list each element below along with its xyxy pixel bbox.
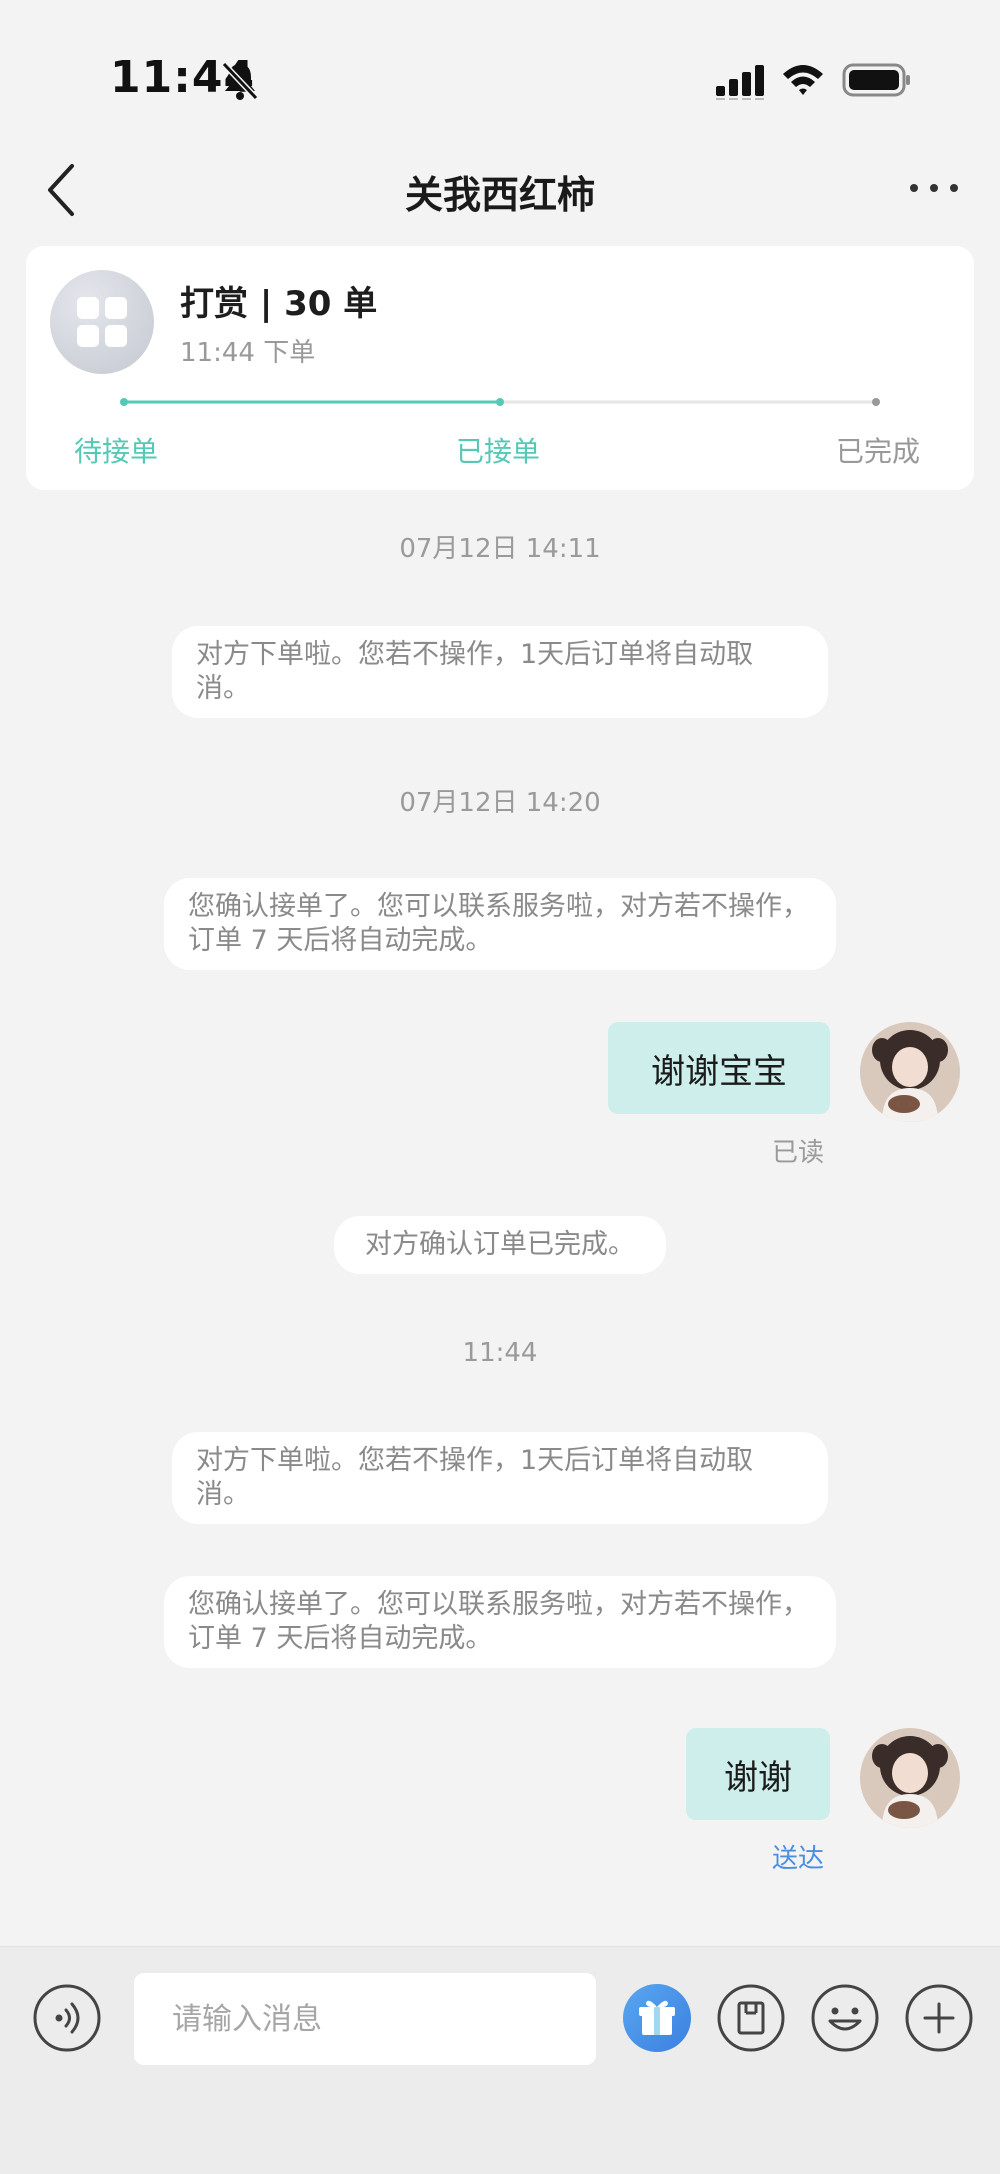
signal-icon [716,65,764,100]
system-message: 您确认接单了。您可以联系服务啦，对方若不操作，订单 7 天后将自动完成。 [164,1576,836,1668]
order-subtitle: 11:44 下单 [180,338,316,368]
wifi-icon [783,65,823,95]
system-message: 对方确认订单已完成。 [334,1216,666,1274]
bell-muted-icon [221,61,259,101]
delivered-status: 送达 [772,1844,825,1874]
system-message: 对方下单啦。您若不操作，1天后订单将自动取消。 [172,626,828,718]
time-label: 11:44 [462,1338,538,1368]
step-pending-accept: 待接单 [74,435,159,468]
voice-icon[interactable] [32,1983,102,2053]
system-message: 您确认接单了。您可以联系服务啦，对方若不操作，订单 7 天后将自动完成。 [164,878,836,970]
order-title: 打赏 | 30 单 [180,284,378,324]
avatar[interactable] [860,1022,960,1122]
back-chevron-icon[interactable] [40,160,84,220]
avatar[interactable] [860,1728,960,1828]
emoji-icon[interactable] [810,1983,880,2053]
order-icon[interactable] [716,1983,786,2053]
status-bar: 11:44 [0,0,1000,160]
order-card[interactable]: 打赏 | 30 单 11:44 下单 待接单 已接单 已完成 [26,246,974,490]
read-status: 已读 [772,1138,825,1168]
message-input[interactable] [134,1973,596,2065]
step-accepted: 已接单 [456,435,541,468]
sent-message-bubble[interactable]: 谢谢 [686,1728,830,1820]
grid-icon [77,297,127,347]
user-avatar-image [860,1022,960,1122]
sent-message-bubble[interactable]: 谢谢宝宝 [608,1022,830,1114]
plus-icon[interactable] [904,1983,974,2053]
gift-icon[interactable] [622,1983,692,2053]
user-avatar-image [860,1728,960,1828]
input-bar [0,1946,1000,2174]
order-avatar [50,270,154,374]
system-message: 对方下单啦。您若不操作，1天后订单将自动取消。 [172,1432,828,1524]
more-icon[interactable] [906,170,962,206]
progress-dot-2 [496,398,504,406]
chat-title: 关我西红柿 [404,173,595,217]
time-label: 07月12日 14:11 [399,534,601,564]
battery-icon [842,63,910,97]
progress-dot-3 [872,398,880,406]
step-completed: 已完成 [836,435,921,468]
time-label: 07月12日 14:20 [399,788,601,818]
order-progress [120,398,880,406]
progress-dot-1 [120,398,128,406]
